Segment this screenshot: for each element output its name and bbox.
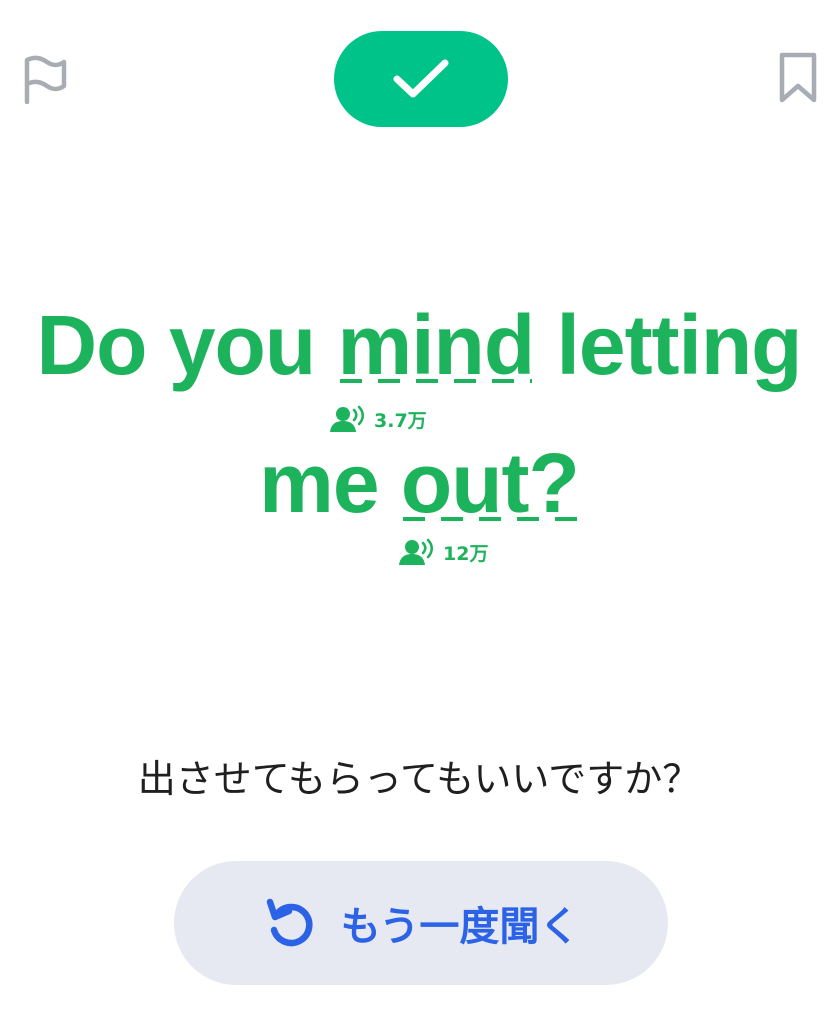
sentence-text: Do you (36, 298, 338, 392)
replay-button[interactable]: もう一度聞く (174, 861, 668, 985)
correct-check-badge (334, 31, 508, 127)
translation-text: 出させてもらってもいいですか？ (137, 757, 701, 801)
word-usage-stat: 12万 (399, 538, 488, 566)
sentence-line-1: Do you mind letting (0, 295, 838, 395)
replay-button-label: もう一度聞く (340, 904, 580, 950)
sentence-text: me (259, 436, 401, 530)
checkmark-icon (393, 59, 449, 98)
usage-count: 12万 (443, 542, 489, 565)
sentence-text: letting (534, 298, 803, 392)
speaking-person-icon (330, 405, 365, 432)
bookmark-icon[interactable] (778, 52, 818, 104)
sentence-line-2: me out? (0, 433, 838, 533)
highlighted-word-mind[interactable]: mind (338, 295, 536, 395)
highlighted-word-out[interactable]: out? (401, 433, 580, 533)
speaking-person-icon (399, 538, 434, 565)
replay-icon (266, 898, 313, 947)
flag-icon[interactable] (22, 54, 68, 105)
word-usage-stat: 3.7万 (330, 405, 427, 433)
usage-count: 3.7万 (374, 409, 427, 432)
